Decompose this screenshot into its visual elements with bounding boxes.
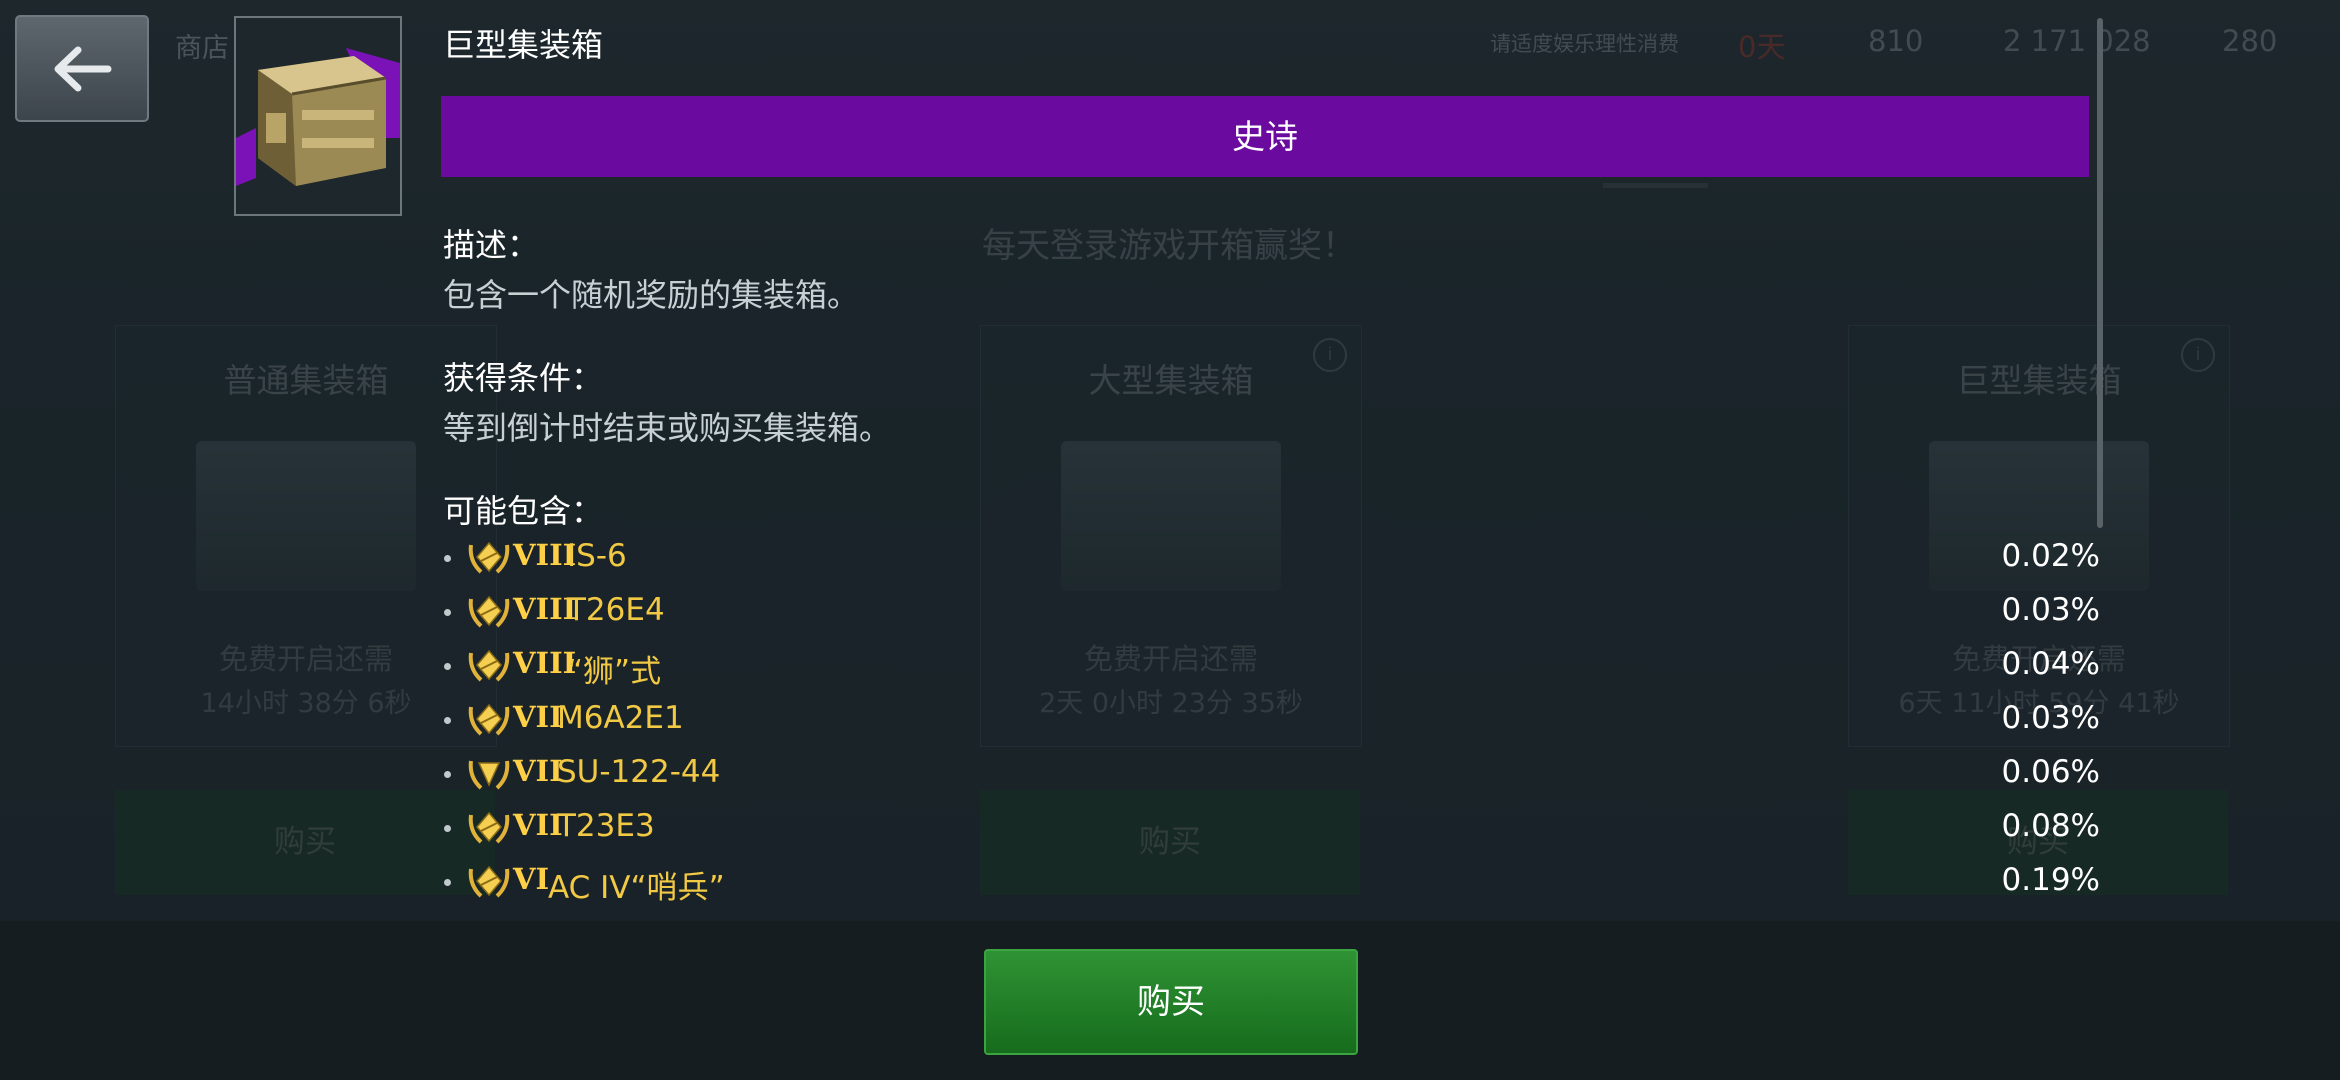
buy-button[interactable]: 购买 [984, 949, 1358, 1055]
description-label: 描述： [443, 226, 540, 264]
tier-label: VII [513, 700, 563, 734]
reward-row: VIII T26E4 0.03% [440, 584, 2100, 638]
tier-label: VI [513, 862, 550, 896]
heavy-tank-icon [468, 865, 510, 898]
tank-name: “狮”式 [567, 654, 662, 690]
back-button[interactable] [15, 15, 149, 122]
tank-name: T23E3 [557, 808, 655, 844]
crate-icon [236, 48, 400, 186]
bullet [444, 771, 451, 778]
reward-row: VII SU-122-44 0.06% [440, 746, 2100, 800]
heavy-tank-icon [468, 649, 510, 682]
tank-name: T26E4 [567, 592, 665, 628]
tank-name: SU-122-44 [557, 754, 721, 790]
conditions-text: 等到倒计时结束或购买集装箱。 [443, 409, 892, 447]
tank-name: AC IV“哨兵” [548, 870, 725, 906]
medium-tank-icon [468, 595, 510, 628]
drop-chance: 0.06% [2001, 754, 2100, 790]
bullet [444, 609, 451, 616]
heavy-tank-icon [468, 703, 510, 736]
conditions-label: 获得条件： [443, 359, 604, 397]
drop-chance: 0.03% [2001, 700, 2100, 736]
tank-name: IS-6 [567, 538, 627, 574]
tank-name: M6A2E1 [557, 700, 684, 736]
drop-chance: 0.19% [2001, 862, 2100, 898]
dialog-title: 巨型集装箱 [443, 26, 604, 64]
reward-row: VII T23E3 0.08% [440, 800, 2100, 854]
heavy-tank-icon [468, 541, 510, 574]
medium-tank-icon [468, 811, 510, 844]
reward-row: VI AC IV“哨兵” 0.19% [440, 854, 2100, 908]
container-thumbnail [234, 16, 402, 216]
drop-chance: 0.02% [2001, 538, 2100, 574]
arrow-left-icon [54, 46, 112, 91]
reward-list: VIII IS-6 0.02% VIII T26E4 0.03% VIII “狮”式 0.04%… [440, 530, 2100, 908]
scrollbar[interactable] [2097, 18, 2103, 528]
bullet [444, 825, 451, 832]
tier-label: VII [513, 808, 563, 842]
tank-destroyer-icon [468, 760, 510, 790]
tier-label: VII [513, 754, 563, 788]
reward-row: VIII IS-6 0.02% [440, 530, 2100, 584]
reward-row: VII M6A2E1 0.03% [440, 692, 2100, 746]
bullet [444, 663, 451, 670]
description-text: 包含一个随机奖励的集装箱。 [443, 276, 860, 314]
drop-chance: 0.04% [2001, 646, 2100, 682]
drop-chance: 0.03% [2001, 592, 2100, 628]
drop-chance: 0.08% [2001, 808, 2100, 844]
bullet [444, 879, 451, 886]
rarity-badge: 史诗 [441, 96, 2089, 177]
bullet [444, 555, 451, 562]
contents-label: 可能包含： [443, 492, 604, 530]
bullet [444, 717, 451, 724]
reward-row: VIII “狮”式 0.04% [440, 638, 2100, 692]
